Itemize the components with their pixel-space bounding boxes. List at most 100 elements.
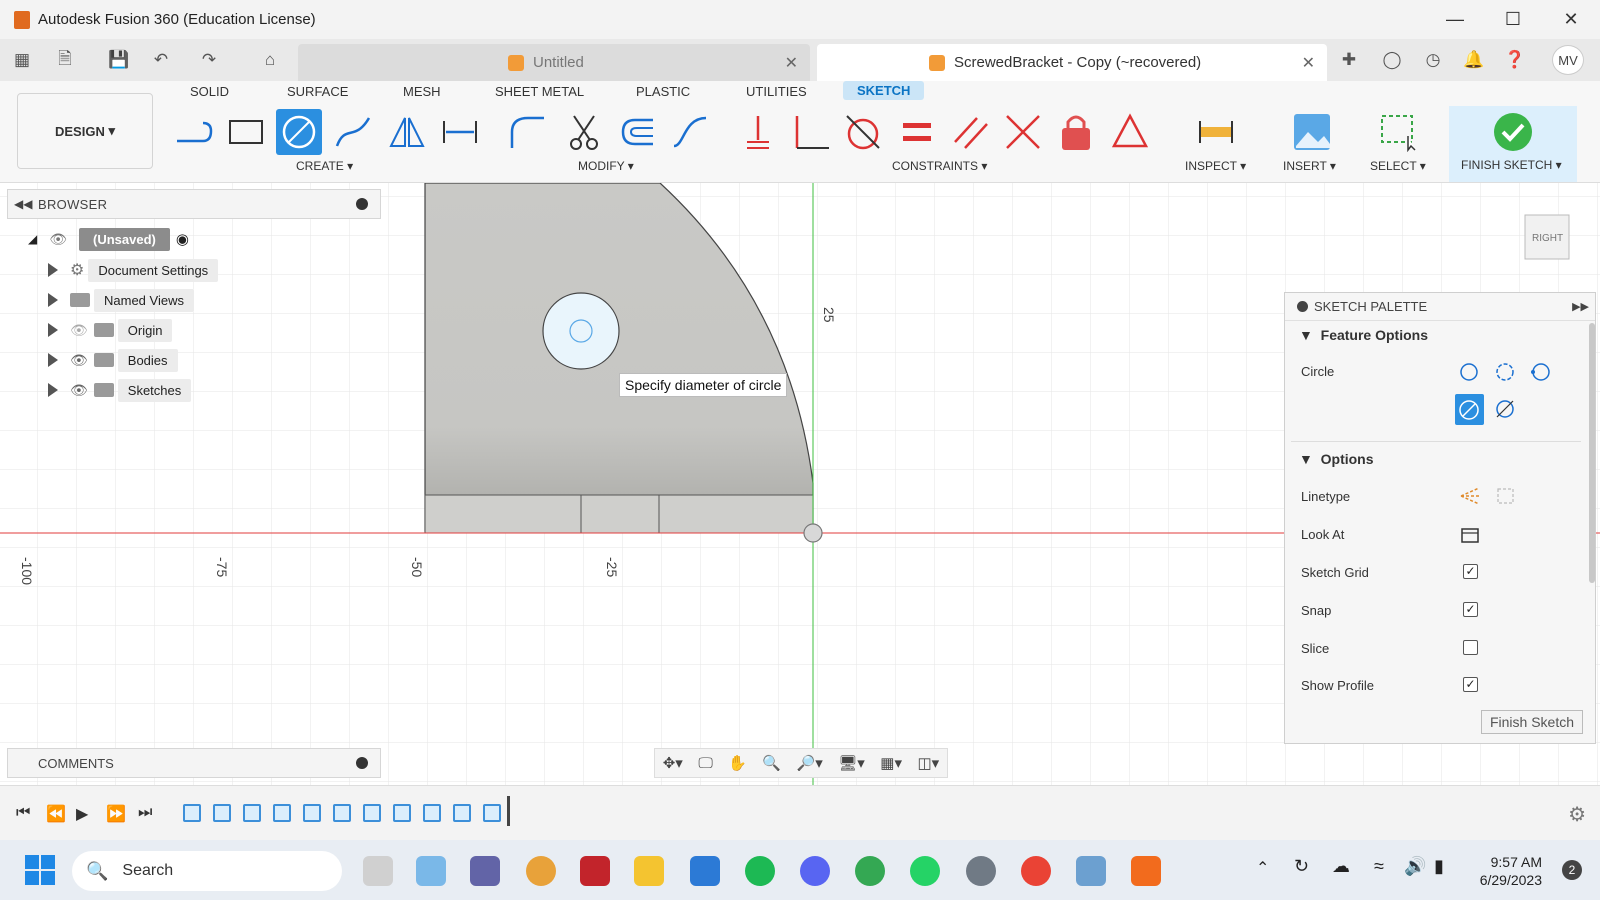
job-status-icon[interactable]: ◷ bbox=[1420, 47, 1446, 73]
spline-tool-icon[interactable] bbox=[330, 109, 376, 155]
expand-triangle-icon[interactable] bbox=[48, 293, 58, 307]
mirror-tool-icon[interactable] bbox=[384, 109, 430, 155]
expand-triangle-icon[interactable] bbox=[48, 383, 58, 397]
group-create[interactable]: CREATE ▾ bbox=[296, 159, 353, 173]
close-tab-icon[interactable]: ✕ bbox=[1302, 53, 1315, 73]
photos-app-icon[interactable] bbox=[1076, 856, 1106, 886]
onedrive-app-icon[interactable] bbox=[416, 856, 446, 886]
undo-icon[interactable]: ↶ bbox=[148, 47, 174, 73]
rectangle-tool-icon[interactable] bbox=[223, 109, 269, 155]
notification-count-badge[interactable]: 2 bbox=[1562, 860, 1582, 880]
redo-icon[interactable]: ↷ bbox=[196, 47, 222, 73]
browser-item-bodies[interactable]: 👁 Bodies bbox=[48, 347, 178, 373]
step-forward-icon[interactable]: ⏩ bbox=[106, 804, 126, 824]
save-icon[interactable]: 💾 bbox=[106, 47, 132, 73]
sketch-grid-checkbox[interactable]: ✓ bbox=[1463, 564, 1478, 579]
timeline-marker[interactable] bbox=[507, 796, 510, 826]
pin-panel-icon[interactable] bbox=[356, 198, 368, 210]
volume-icon[interactable]: 🔊 bbox=[1404, 856, 1426, 877]
step-back-icon[interactable]: ⏪ bbox=[46, 804, 66, 824]
tab-mesh[interactable]: MESH bbox=[403, 84, 441, 99]
close-tab-icon[interactable]: ✕ bbox=[785, 53, 798, 73]
settings-app-icon[interactable] bbox=[966, 856, 996, 886]
timeline-sketch-feature[interactable] bbox=[333, 804, 351, 822]
measure-tool-icon[interactable] bbox=[1193, 109, 1239, 155]
hidden-eye-icon[interactable]: 👁 bbox=[70, 322, 88, 339]
expand-triangle-icon[interactable] bbox=[48, 323, 58, 337]
tab-plastic[interactable]: PLASTIC bbox=[636, 84, 690, 99]
palette-header[interactable]: SKETCH PALETTE ▶▶ bbox=[1285, 293, 1595, 321]
tab-utilities[interactable]: UTILITIES bbox=[746, 84, 807, 99]
extend-tool-icon[interactable] bbox=[667, 109, 713, 155]
sketch-circle[interactable] bbox=[542, 292, 620, 370]
finish-sketch-button[interactable]: FINISH SKETCH ▾ bbox=[1449, 106, 1577, 182]
center-point-circle-selected[interactable] bbox=[1455, 394, 1484, 425]
fillet-tool-icon[interactable] bbox=[505, 109, 551, 155]
equal-constraint-icon[interactable] bbox=[894, 109, 940, 155]
comments-panel-header[interactable]: COMMENTS bbox=[7, 748, 381, 778]
browser-item-document-settings[interactable]: ⚙ Document Settings bbox=[48, 257, 219, 283]
look-at-icon[interactable]: 🖵 bbox=[698, 755, 712, 772]
palette-finish-sketch-button[interactable]: Finish Sketch bbox=[1481, 710, 1583, 734]
timeline-settings-gear-icon[interactable]: ⚙ bbox=[1568, 802, 1586, 827]
pin-panel-icon[interactable] bbox=[1297, 301, 1308, 312]
viewcube[interactable]: RIGHT bbox=[1524, 214, 1570, 260]
chrome-alt-app-icon[interactable] bbox=[1021, 856, 1051, 886]
center-diameter-circle-icon[interactable] bbox=[1459, 362, 1479, 382]
extensions-icon[interactable]: ◯ bbox=[1379, 47, 1405, 73]
construction-line-icon[interactable] bbox=[1459, 486, 1481, 506]
fit-icon[interactable]: 🔎▾ bbox=[797, 754, 823, 772]
minimize-icon[interactable]: — bbox=[1426, 0, 1484, 39]
browser-root-node[interactable]: ◢ 👁 (Unsaved) ◉ bbox=[28, 226, 189, 252]
battery-icon[interactable]: ▮ bbox=[1434, 856, 1444, 877]
chrome-app-icon[interactable] bbox=[526, 856, 556, 886]
viewports-icon[interactable]: ◫▾ bbox=[917, 754, 939, 772]
timeline-extrude-feature[interactable] bbox=[273, 804, 291, 822]
timeline-extrude-feature[interactable] bbox=[363, 804, 381, 822]
spotify-app-icon[interactable] bbox=[745, 856, 775, 886]
browser-item-origin[interactable]: 👁 Origin bbox=[48, 317, 173, 343]
select-box-icon[interactable] bbox=[1375, 109, 1421, 155]
data-panel-grid-icon[interactable]: ▦ bbox=[9, 47, 35, 73]
task-view-icon[interactable] bbox=[363, 856, 393, 886]
tab-untitled[interactable]: Untitled ✕ bbox=[298, 44, 810, 81]
visibility-eye-icon[interactable]: 👁 bbox=[70, 352, 88, 369]
whatsapp-app-icon[interactable] bbox=[910, 856, 940, 886]
vscode-app-icon[interactable] bbox=[690, 856, 720, 886]
visibility-eye-icon[interactable]: 👁 bbox=[70, 382, 88, 399]
maximize-icon[interactable]: ☐ bbox=[1484, 0, 1542, 39]
fusion-taskbar-icon[interactable] bbox=[1131, 856, 1161, 886]
play-icon[interactable]: ▶ bbox=[76, 804, 88, 824]
options-heading[interactable]: ▼ Options bbox=[1299, 451, 1374, 467]
grid-settings-icon[interactable]: ▦▾ bbox=[880, 754, 902, 772]
timeline-extrude-feature[interactable] bbox=[453, 804, 471, 822]
solidworks-app-icon[interactable] bbox=[580, 856, 610, 886]
perpendicular-constraint-icon[interactable] bbox=[788, 109, 834, 155]
expand-triangle-icon[interactable] bbox=[48, 263, 58, 277]
add-comment-icon[interactable] bbox=[356, 757, 368, 769]
tab-screwedbracket[interactable]: ScrewedBracket - Copy (~recovered) ✕ bbox=[817, 44, 1327, 81]
trim-tool-icon[interactable] bbox=[561, 109, 607, 155]
parallel-constraint-icon[interactable] bbox=[948, 109, 994, 155]
user-avatar[interactable]: MV bbox=[1552, 45, 1584, 75]
taskbar-search[interactable]: 🔍 Search bbox=[72, 851, 342, 891]
base-strip[interactable] bbox=[424, 494, 814, 534]
timeline-sketch-feature[interactable] bbox=[243, 804, 261, 822]
tab-sheet-metal[interactable]: SHEET METAL bbox=[495, 84, 584, 99]
expand-triangle-icon[interactable] bbox=[48, 353, 58, 367]
collinear-constraint-icon[interactable] bbox=[1000, 109, 1046, 155]
three-point-circle-icon[interactable] bbox=[1531, 362, 1551, 382]
timeline-fillet-feature[interactable] bbox=[393, 804, 411, 822]
expand-triangle-icon[interactable]: ◢ bbox=[28, 232, 37, 246]
collapse-panel-icon[interactable]: ◀◀ bbox=[14, 197, 32, 211]
go-to-end-icon[interactable]: ⏭ bbox=[138, 804, 152, 822]
line-tool-icon[interactable] bbox=[170, 109, 216, 155]
look-at-icon[interactable] bbox=[1459, 523, 1481, 545]
timeline-sketch-feature[interactable] bbox=[183, 804, 201, 822]
show-hidden-icons[interactable]: ⌃ bbox=[1256, 858, 1269, 878]
windows-start-icon[interactable] bbox=[24, 854, 56, 886]
zoom-icon[interactable]: 🔍 bbox=[762, 754, 781, 772]
timeline-extrude-feature[interactable] bbox=[213, 804, 231, 822]
slice-checkbox[interactable] bbox=[1463, 640, 1478, 655]
notifications-icon[interactable]: 🔔 bbox=[1461, 47, 1487, 73]
